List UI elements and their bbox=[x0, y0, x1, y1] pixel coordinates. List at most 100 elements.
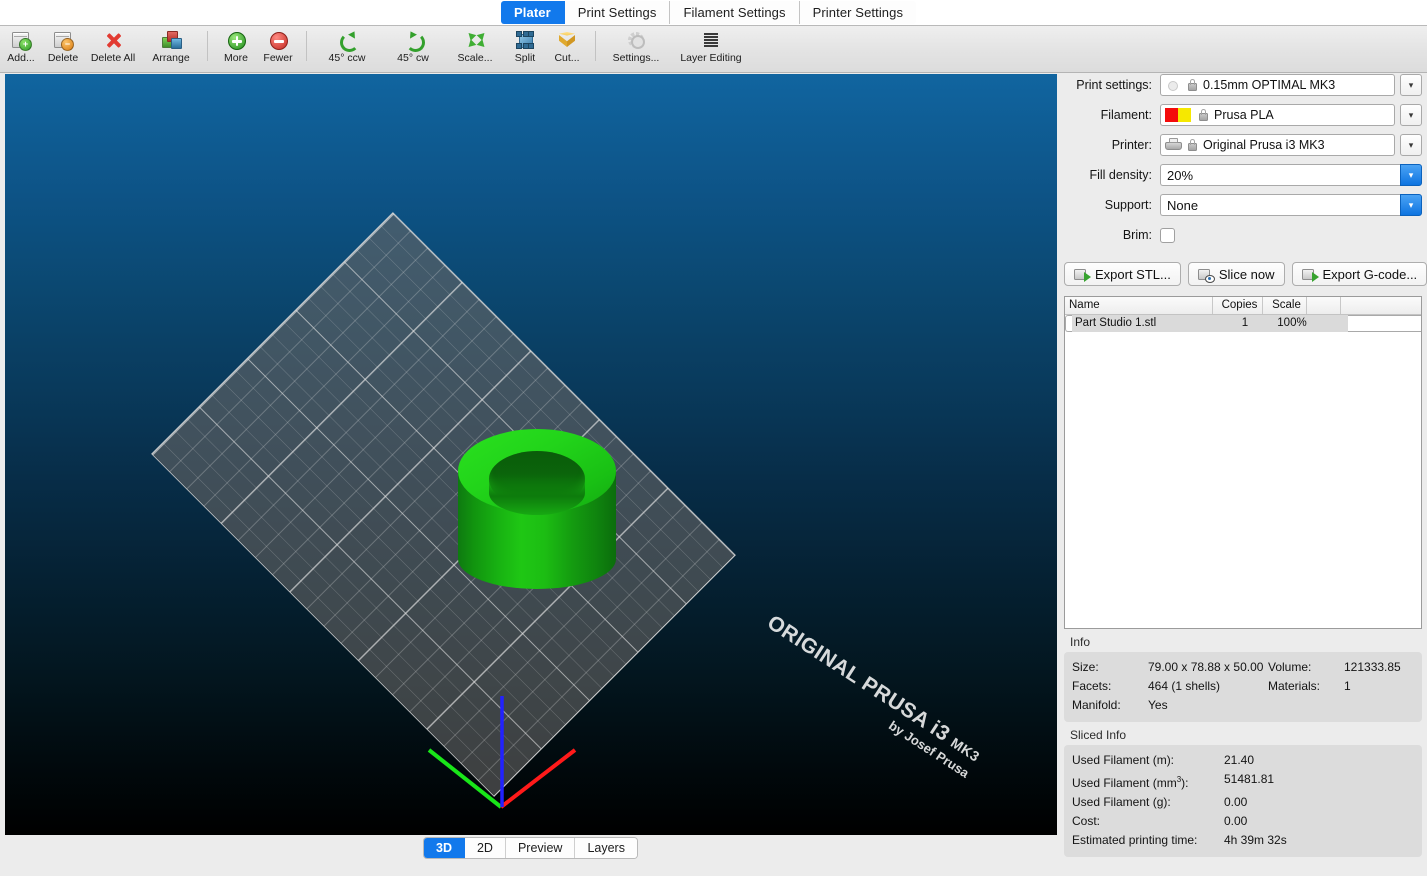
toolbar-delete-all-button[interactable]: Delete All bbox=[84, 26, 142, 73]
sliced-filament-g-label: Used Filament (g): bbox=[1072, 795, 1171, 809]
view-mode-3d[interactable]: 3D bbox=[424, 838, 465, 858]
print-settings-value: 0.15mm OPTIMAL MK3 bbox=[1203, 78, 1336, 92]
brim-checkbox[interactable] bbox=[1160, 227, 1175, 243]
support-value: None bbox=[1167, 197, 1199, 213]
printer-value: Original Prusa i3 MK3 bbox=[1203, 138, 1325, 152]
add-object-icon: + bbox=[10, 29, 32, 51]
object-row-spacer bbox=[1314, 315, 1348, 332]
info-volume-value: 121333.85 bbox=[1344, 660, 1401, 674]
toolbar-group-advanced: Settings... Layer Editing bbox=[603, 26, 753, 72]
export-stl-button[interactable]: Export STL... bbox=[1064, 262, 1181, 286]
export-stl-label: Export STL... bbox=[1095, 266, 1171, 282]
print-settings-dropdown-arrow[interactable]: ▾ bbox=[1400, 74, 1422, 96]
delete-all-icon bbox=[102, 29, 124, 51]
lock-icon bbox=[1186, 138, 1198, 152]
toolbar-fewer-label: Fewer bbox=[263, 52, 293, 64]
column-header-name[interactable]: Name bbox=[1065, 297, 1213, 314]
info-size-value: 79.00 x 78.88 x 50.00 bbox=[1148, 660, 1264, 674]
lock-icon bbox=[1186, 78, 1198, 92]
view-mode-2d[interactable]: 2D bbox=[464, 838, 506, 858]
toolbar-arrange-button[interactable]: Arrange bbox=[142, 26, 200, 73]
export-gcode-button[interactable]: Export G-code... bbox=[1291, 262, 1427, 286]
export-gcode-icon bbox=[1301, 267, 1319, 282]
right-settings-panel: Print settings: 0.15mm OPTIMAL MK3 ▾ Fil… bbox=[1064, 74, 1427, 864]
sliced-cost-label: Cost: bbox=[1072, 814, 1101, 828]
brim-row: Brim: bbox=[1064, 224, 1422, 246]
slice-now-button[interactable]: Slice now bbox=[1187, 262, 1285, 286]
fill-density-dropdown-arrow[interactable]: ▾ bbox=[1400, 164, 1422, 186]
filament-dropdown-arrow[interactable]: ▾ bbox=[1400, 104, 1422, 126]
tab-plater[interactable]: Plater bbox=[501, 1, 565, 24]
tab-print-settings[interactable]: Print Settings bbox=[564, 1, 671, 24]
toolbar-rotate-ccw-button[interactable]: 45° ccw bbox=[314, 26, 380, 73]
toolbar-delete-all-label: Delete All bbox=[90, 52, 136, 64]
gear-icon bbox=[1165, 78, 1180, 92]
info-box: Size: 79.00 x 78.88 x 50.00 Volume: 1213… bbox=[1064, 652, 1422, 722]
filament-row: Filament: Prusa PLA ▾ bbox=[1064, 104, 1422, 126]
toolbar-rotate-cw-label: 45° cw bbox=[397, 52, 429, 64]
support-row: Support: None ▾ bbox=[1064, 194, 1422, 216]
main-toolbar: + Add... − Delete Delete All Arrange Mor… bbox=[0, 26, 1427, 73]
3d-viewport[interactable]: ORIGINAL PRUSA i3 MK3 by Josef Prusa bbox=[5, 74, 1057, 835]
toolbar-cut-label: Cut... bbox=[554, 52, 580, 64]
info-volume-label: Volume: bbox=[1268, 660, 1312, 674]
toolbar-rotate-cw-button[interactable]: 45° cw bbox=[380, 26, 446, 73]
slice-now-label: Slice now bbox=[1218, 266, 1275, 282]
toolbar-layer-editing-button[interactable]: Layer Editing bbox=[669, 26, 753, 73]
object-list[interactable]: Name Copies Scale Part Studio 1.stl 1 10… bbox=[1064, 296, 1422, 629]
sliced-filament-m-label: Used Filament (m): bbox=[1072, 753, 1175, 767]
filament-label: Filament: bbox=[1100, 108, 1152, 122]
object-list-row[interactable]: Part Studio 1.stl 1 100% bbox=[1065, 315, 1421, 332]
export-gcode-label: Export G-code... bbox=[1322, 266, 1418, 282]
toolbar-more-button[interactable]: More bbox=[215, 26, 257, 73]
tab-filament-settings[interactable]: Filament Settings bbox=[670, 1, 800, 24]
support-label: Support: bbox=[1104, 198, 1152, 212]
sliced-time-value: 4h 39m 32s bbox=[1224, 833, 1287, 847]
support-dropdown-arrow[interactable]: ▾ bbox=[1400, 194, 1422, 216]
view-mode-preview[interactable]: Preview bbox=[505, 838, 576, 858]
toolbar-scale-button[interactable]: Scale... bbox=[446, 26, 504, 73]
main-tab-bar: Plater Print Settings Filament Settings … bbox=[0, 0, 1427, 26]
printer-combo[interactable]: Original Prusa i3 MK3 bbox=[1160, 134, 1395, 156]
toolbar-split-label: Split bbox=[514, 52, 536, 64]
toolbar-group-objects: + Add... − Delete Delete All Arrange bbox=[0, 26, 200, 72]
toolbar-delete-button[interactable]: − Delete bbox=[42, 26, 84, 73]
info-manifold-value: Yes bbox=[1148, 698, 1168, 712]
toolbar-more-label: More bbox=[224, 52, 248, 64]
print-settings-combo[interactable]: 0.15mm OPTIMAL MK3 bbox=[1160, 74, 1395, 96]
toolbar-arrange-label: Arrange bbox=[152, 52, 190, 64]
support-select[interactable]: None bbox=[1160, 194, 1400, 216]
toolbar-separator-2 bbox=[306, 31, 307, 61]
brim-label: Brim: bbox=[1122, 228, 1152, 242]
sliced-info-section-title: Sliced Info bbox=[1070, 728, 1127, 742]
settings-gear-icon bbox=[625, 29, 647, 51]
sliced-info-box: Used Filament (m): 21.40 Used Filament (… bbox=[1064, 745, 1422, 857]
view-mode-layers[interactable]: Layers bbox=[575, 838, 637, 858]
printer-dropdown-arrow[interactable]: ▾ bbox=[1400, 134, 1422, 156]
cut-icon bbox=[556, 29, 578, 51]
fill-density-row: Fill density: 20% ▾ bbox=[1064, 164, 1422, 186]
sliced-row-filament-m: Used Filament (m): 21.40 bbox=[1072, 751, 1414, 770]
model-object-cylinder[interactable] bbox=[458, 429, 616, 614]
column-header-copies[interactable]: Copies bbox=[1213, 297, 1263, 314]
layer-editing-icon bbox=[700, 29, 722, 51]
fill-density-input[interactable]: 20% bbox=[1160, 164, 1400, 186]
filament-combo[interactable]: Prusa PLA bbox=[1160, 104, 1395, 126]
tab-printer-settings[interactable]: Printer Settings bbox=[799, 1, 917, 24]
info-facets-label: Facets: bbox=[1072, 679, 1112, 693]
column-header-filler bbox=[1341, 297, 1421, 314]
toolbar-cut-button[interactable]: Cut... bbox=[546, 26, 588, 73]
sliced-filament-mm3-value: 51481.81 bbox=[1224, 772, 1275, 786]
arrange-icon bbox=[160, 29, 182, 51]
lock-icon bbox=[1197, 108, 1209, 122]
toolbar-fewer-button[interactable]: Fewer bbox=[257, 26, 299, 73]
print-bed-container: ORIGINAL PRUSA i3 MK3 by Josef Prusa bbox=[5, 74, 1057, 835]
toolbar-add-button[interactable]: + Add... bbox=[0, 26, 42, 73]
column-header-scale[interactable]: Scale bbox=[1263, 297, 1307, 314]
bed-logo-mk: MK3 bbox=[948, 734, 983, 765]
object-row-copies: 1 bbox=[1220, 315, 1270, 332]
toolbar-split-button[interactable]: Split bbox=[504, 26, 546, 73]
toolbar-group-transform: 45° ccw 45° cw Scale... Split Cut... bbox=[314, 26, 588, 72]
filament-value: Prusa PLA bbox=[1214, 108, 1274, 122]
toolbar-settings-button[interactable]: Settings... bbox=[603, 26, 669, 73]
